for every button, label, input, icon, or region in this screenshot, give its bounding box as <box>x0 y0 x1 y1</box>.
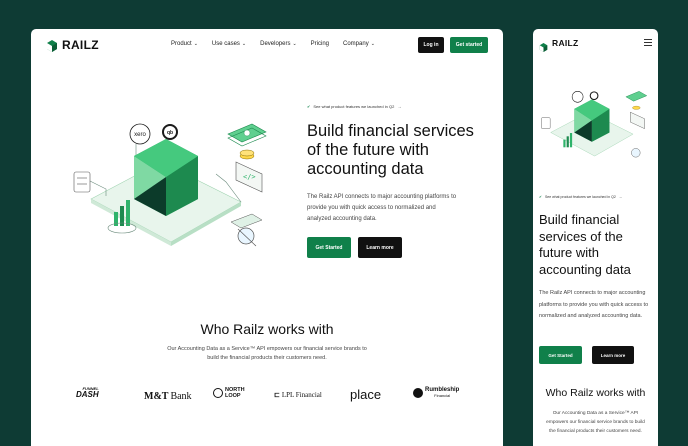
client-logo-place: place <box>350 387 381 402</box>
nav-item-company[interactable]: Company ⌄ <box>343 41 375 47</box>
xero-badge-label: xero <box>134 132 146 138</box>
client-logo-text: LPL Financial <box>281 391 322 399</box>
hero-get-started-button[interactable]: Get Started <box>307 237 351 258</box>
svg-text:</>: </> <box>243 173 256 181</box>
client-logo-north-loop: NORTH LOOP <box>213 387 245 399</box>
hero-learn-more-button[interactable]: Learn more <box>358 237 402 258</box>
nav-item-label: Company <box>343 41 369 47</box>
announcement-pill[interactable]: ✔ See what product features we launched … <box>307 104 401 109</box>
top-navigation: RAILZ Product ⌄ Use cases ⌄ Developers ⌄… <box>31 29 503 61</box>
mobile-preview: RAILZ ✔ See what product features we lau… <box>533 29 658 446</box>
nav-item-product[interactable]: Product ⌄ <box>171 41 198 47</box>
nav-item-label: Developers <box>260 41 291 47</box>
client-logo-text: place <box>350 387 382 402</box>
client-logo-lpl-financial: ⊏ LPL Financial <box>274 391 322 399</box>
brand-logo[interactable]: RAILZ <box>539 38 579 52</box>
chevron-down-icon: ⌄ <box>370 41 375 47</box>
chevron-down-icon: ⌄ <box>193 41 198 47</box>
arrow-right-icon: → <box>618 195 623 199</box>
railz-cube-icon <box>539 39 548 52</box>
announcement-text: See what product features we launched in… <box>544 195 616 199</box>
desktop-preview: RAILZ Product ⌄ Use cases ⌄ Developers ⌄… <box>31 29 503 446</box>
nav-item-use-cases[interactable]: Use cases ⌄ <box>212 41 246 47</box>
client-logos: FUNNEL DASH M&T Bank NORTH LOOP ⊏ LPL Fi… <box>76 386 466 408</box>
who-section-description: Our Accounting Data as a Service™ API em… <box>167 346 367 361</box>
who-section-title: Who Railz works with <box>200 321 334 337</box>
nav-item-pricing[interactable]: Pricing <box>311 41 329 47</box>
brand-logo[interactable]: RAILZ <box>46 38 99 52</box>
client-logo-mt-bank: M&T Bank <box>144 391 192 402</box>
qb-badge-label: qb <box>167 130 173 136</box>
chevron-down-icon: ⌄ <box>292 41 297 47</box>
rumbleship-mark-icon <box>413 388 423 398</box>
client-logo-text: Financial <box>434 393 451 398</box>
nav-item-label: Product <box>171 41 192 47</box>
north-loop-mark-icon <box>213 388 223 398</box>
hero-illustration: </> xero qb <box>66 104 281 254</box>
nav-menu: Product ⌄ Use cases ⌄ Developers ⌄ Prici… <box>171 41 375 47</box>
client-logo-text: DASH <box>76 390 99 399</box>
check-icon: ✔ <box>539 195 542 199</box>
client-logo-funnel-dash: FUNNEL DASH <box>76 386 99 399</box>
brand-name: RAILZ <box>552 38 579 48</box>
hero-learn-more-button[interactable]: Learn more <box>592 346 634 364</box>
nav-item-developers[interactable]: Developers ⌄ <box>260 41 297 47</box>
client-logo-rumbleship: Rumbleship Financial <box>413 387 459 399</box>
nav-get-started-button[interactable]: Get started <box>450 37 488 53</box>
hero-title: Build financial services of the future w… <box>539 212 631 277</box>
client-logo-text: Bank <box>170 391 192 402</box>
hero-title: Build financial services of the future w… <box>307 122 474 178</box>
nav-item-label: Use cases <box>211 41 240 47</box>
railz-cube-icon <box>46 39 58 52</box>
check-icon: ✔ <box>307 104 311 109</box>
client-logo-text: M&T <box>144 391 169 402</box>
hero-description: The Railz API connects to major accounti… <box>539 290 649 319</box>
hamburger-icon[interactable] <box>644 39 652 46</box>
login-button[interactable]: Log in <box>418 37 444 53</box>
chevron-down-icon: ⌄ <box>241 41 247 47</box>
client-logo-text: LOOP <box>225 393 241 399</box>
nav-item-label: Pricing <box>310 41 330 47</box>
arrow-right-icon: → <box>397 104 402 109</box>
who-section-description: Our Accounting Data as a Service™ API em… <box>546 411 645 434</box>
hero-get-started-button[interactable]: Get Started <box>539 346 582 364</box>
lpl-mark-icon: ⊏ <box>274 391 280 399</box>
who-section-title: Who Railz works with <box>545 387 646 399</box>
hero-description: The Railz API connects to major accounti… <box>307 194 457 222</box>
announcement-pill[interactable]: ✔ See what product features we launched … <box>539 195 622 199</box>
hero-illustration <box>537 74 655 169</box>
announcement-text: See what product features we launched in… <box>313 104 395 109</box>
brand-name: RAILZ <box>62 38 99 52</box>
